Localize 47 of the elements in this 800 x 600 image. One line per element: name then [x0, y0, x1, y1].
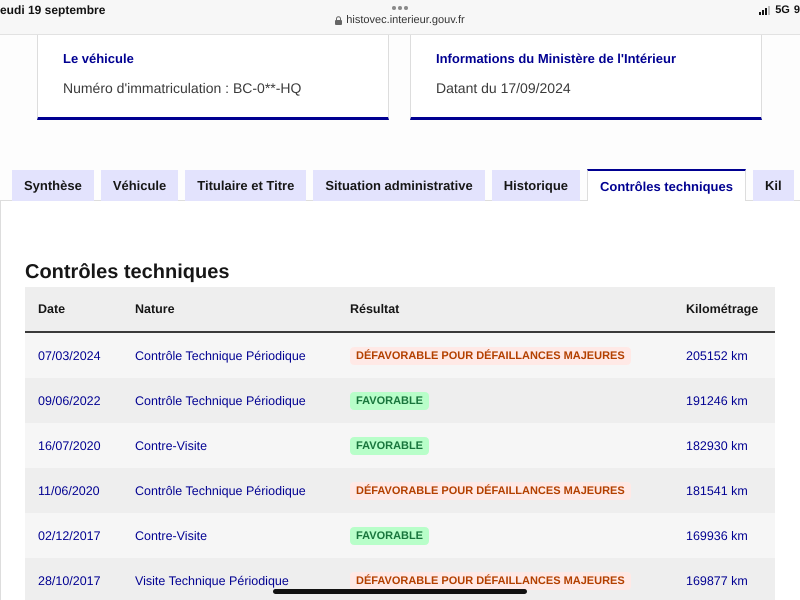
card-text: Datant du 17/09/2024: [436, 79, 572, 97]
date-cell-text: 28/10/2017: [37, 574, 101, 588]
result-badge: FAVORABLE: [350, 436, 430, 454]
tab[interactable]: Synthèse: [12, 170, 94, 201]
mileage-cell-text: 182930 km: [685, 438, 748, 452]
tab[interactable]: Kil: [752, 170, 794, 201]
lock-icon: [335, 16, 342, 24]
mileage-cell-text: 205152 km: [685, 348, 748, 362]
card-title: Informations du Ministère de l'Intérieur: [436, 51, 678, 67]
nature-cell-text: Contrôle Technique Périodique: [134, 394, 306, 408]
card-text: Numéro d'immatriculation : BC-0**-HQ: [63, 79, 302, 97]
column-header: Résultat: [349, 302, 400, 316]
battery-level: 9: [794, 4, 800, 16]
result-badge: DÉFAVORABLE POUR DÉFAILLANCES MAJEURES: [350, 482, 631, 500]
status-date: eudi 19 septembre: [0, 2, 106, 17]
date-cell-text: 11/06/2020: [37, 484, 100, 498]
url-text[interactable]: histovec.interieur.gouv.fr: [346, 14, 465, 26]
result-badge: FAVORABLE: [350, 392, 430, 410]
column-header: Nature: [134, 302, 176, 316]
tab[interactable]: Véhicule: [100, 170, 178, 201]
tab[interactable]: Contrôles techniques: [587, 169, 746, 201]
nature-cell-text: Visite Technique Périodique: [134, 574, 289, 588]
tab[interactable]: Situation administrative: [313, 170, 485, 201]
date-cell-text: 07/03/2024: [37, 348, 101, 362]
section-title: Contrôles techniques: [25, 260, 230, 284]
mileage-cell-text: 181541 km: [685, 484, 748, 498]
nature-cell-text: Contrôle Technique Périodique: [134, 484, 306, 498]
result-badge: FAVORABLE: [350, 526, 430, 544]
nature-cell-text: Contre-Visite: [134, 438, 208, 452]
date-cell-text: 16/07/2020: [37, 438, 101, 452]
result-badge: DÉFAVORABLE POUR DÉFAILLANCES MAJEURES: [350, 346, 631, 364]
more-icon[interactable]: [392, 6, 408, 10]
tab[interactable]: Titulaire et Titre: [185, 170, 306, 201]
tab[interactable]: Historique: [492, 170, 580, 201]
nature-cell-text: Contrôle Technique Périodique: [134, 348, 306, 362]
result-badge: DÉFAVORABLE POUR DÉFAILLANCES MAJEURES: [350, 572, 631, 590]
mileage-cell-text: 169877 km: [685, 574, 748, 588]
card-title: Le véhicule: [63, 51, 135, 67]
mileage-cell-text: 191246 km: [685, 394, 748, 408]
nature-cell-text: Contre-Visite: [134, 528, 208, 542]
mileage-cell-text: 169936 km: [685, 528, 748, 542]
date-cell-text: 09/06/2022: [37, 394, 101, 408]
column-header: Date: [37, 302, 66, 316]
date-cell-text: 02/12/2017: [37, 528, 101, 542]
column-header: Kilométrage: [685, 302, 760, 316]
network-label: 5G: [775, 4, 790, 16]
signal-icon: [759, 6, 772, 14]
